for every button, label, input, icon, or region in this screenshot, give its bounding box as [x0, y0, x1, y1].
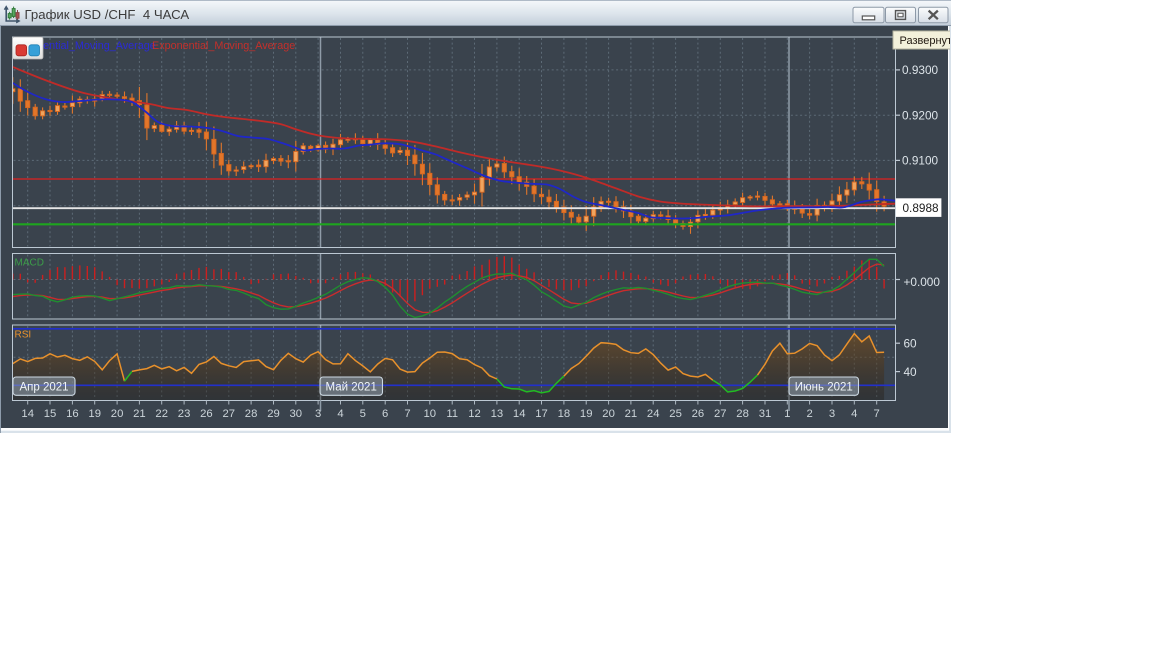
- svg-text:22: 22: [155, 408, 168, 420]
- svg-text:21: 21: [625, 408, 638, 420]
- svg-text:2: 2: [806, 408, 812, 420]
- svg-text:Exponential_Moving_Average: Exponential_Moving_Average: [152, 40, 295, 52]
- svg-text:4: 4: [337, 408, 343, 420]
- svg-text:10: 10: [424, 408, 437, 420]
- svg-text:0.9200: 0.9200: [902, 108, 939, 122]
- svg-text:26: 26: [200, 408, 213, 420]
- svg-text:+0.000: +0.000: [904, 275, 941, 289]
- svg-text:60: 60: [904, 337, 918, 351]
- svg-text:Развернуть: Развернуть: [900, 35, 959, 47]
- svg-text:4: 4: [851, 408, 857, 420]
- svg-text:Май 2021: Май 2021: [326, 382, 377, 394]
- svg-text:0.9100: 0.9100: [902, 154, 939, 168]
- svg-text:20: 20: [111, 408, 124, 420]
- svg-text:График USD /CHF 4 ЧАСА: График USD /CHF 4 ЧАСА: [25, 7, 190, 22]
- svg-text:18: 18: [558, 408, 571, 420]
- svg-text:5: 5: [360, 408, 366, 420]
- svg-text:MACD: MACD: [15, 258, 44, 269]
- svg-text:3: 3: [829, 408, 835, 420]
- svg-text:1: 1: [784, 408, 790, 420]
- svg-text:31: 31: [759, 408, 772, 420]
- svg-text:30: 30: [290, 408, 303, 420]
- svg-text:40: 40: [904, 365, 918, 379]
- svg-text:15: 15: [44, 408, 57, 420]
- svg-text:0.8988: 0.8988: [903, 201, 940, 215]
- svg-text:14: 14: [21, 408, 34, 420]
- svg-text:Апр 2021: Апр 2021: [19, 382, 68, 394]
- svg-text:6: 6: [382, 408, 388, 420]
- svg-text:23: 23: [178, 408, 191, 420]
- svg-text:27: 27: [714, 408, 727, 420]
- svg-text:RSI: RSI: [15, 330, 32, 341]
- svg-text:Июнь 2021: Июнь 2021: [795, 382, 853, 394]
- svg-text:24: 24: [647, 408, 660, 420]
- svg-text:20: 20: [602, 408, 615, 420]
- svg-text:12: 12: [468, 408, 481, 420]
- svg-text:0.9300: 0.9300: [902, 63, 939, 77]
- svg-text:29: 29: [267, 408, 280, 420]
- svg-text:21: 21: [133, 408, 146, 420]
- svg-text:19: 19: [88, 408, 101, 420]
- svg-text:25: 25: [669, 408, 682, 420]
- svg-text:26: 26: [692, 408, 705, 420]
- svg-text:16: 16: [66, 408, 79, 420]
- svg-text:3: 3: [315, 408, 321, 420]
- svg-text:28: 28: [736, 408, 749, 420]
- svg-text:17: 17: [535, 408, 548, 420]
- svg-text:14: 14: [513, 408, 526, 420]
- svg-text:11: 11: [446, 408, 458, 420]
- svg-text:27: 27: [223, 408, 236, 420]
- svg-text:19: 19: [580, 408, 593, 420]
- svg-text:7: 7: [874, 408, 880, 420]
- svg-text:7: 7: [404, 408, 410, 420]
- svg-text:28: 28: [245, 408, 258, 420]
- svg-text:13: 13: [491, 408, 504, 420]
